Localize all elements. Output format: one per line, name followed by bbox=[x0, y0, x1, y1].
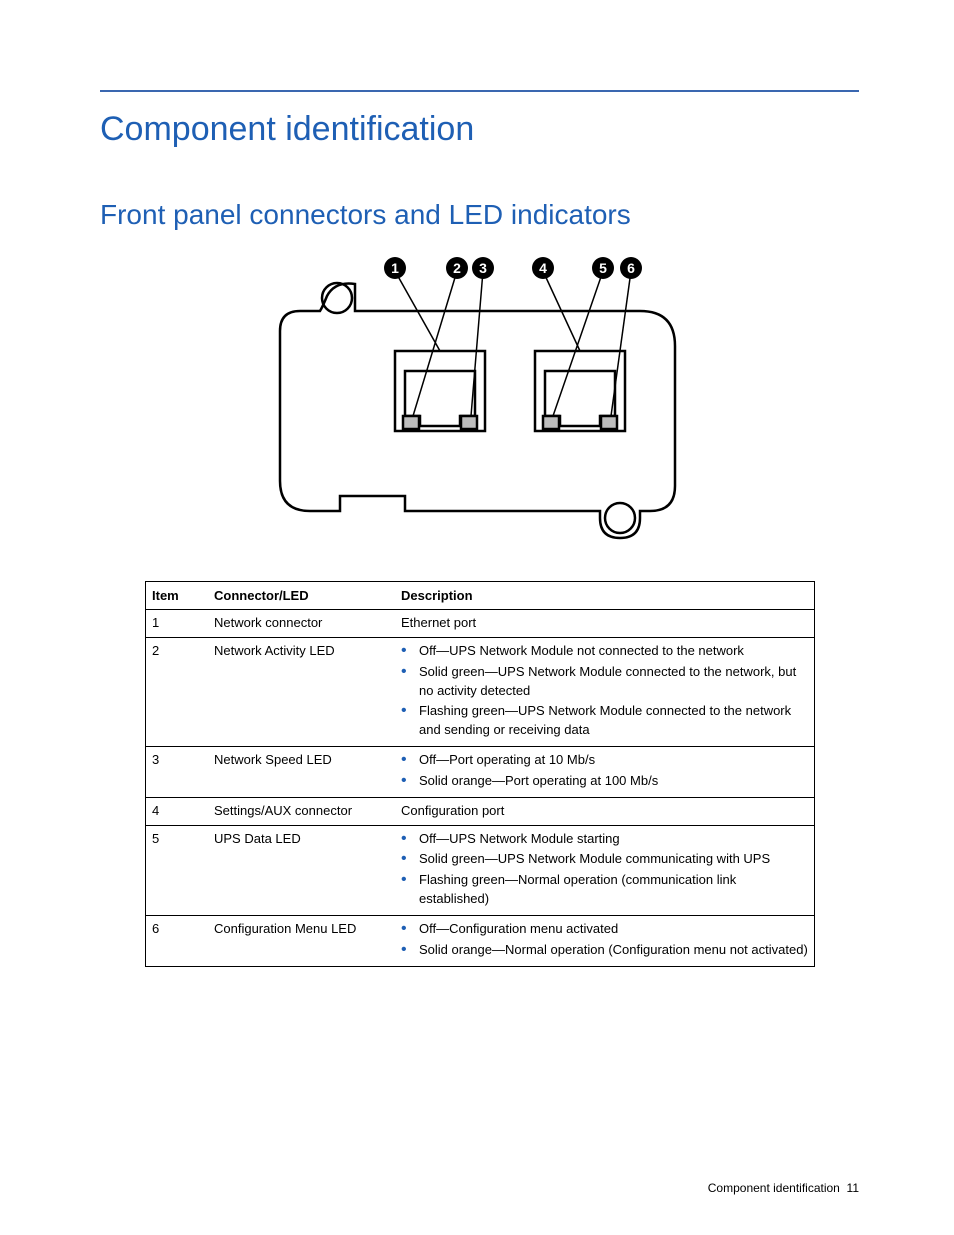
cell-description: Off—UPS Network Module startingSolid gre… bbox=[395, 825, 815, 915]
cell-description: Off—Configuration menu activated Solid or… bbox=[395, 915, 815, 966]
cell-item: 3 bbox=[146, 747, 209, 798]
cell-connector: Settings/AUX connector bbox=[208, 797, 395, 825]
cell-connector: Network connector bbox=[208, 610, 395, 638]
list-item: Off—UPS Network Module starting bbox=[419, 830, 808, 849]
callout-2: 2 bbox=[453, 260, 461, 276]
page-title: Component identification bbox=[100, 110, 859, 149]
list-item: Solid orange—Port operating at 100 Mb/s bbox=[419, 772, 808, 791]
callout-6: 6 bbox=[627, 260, 635, 276]
list-item: Solid orange—Normal operation (Configura… bbox=[419, 941, 808, 960]
table-header-row: Item Connector/LED Description bbox=[146, 582, 815, 610]
cell-item: 1 bbox=[146, 610, 209, 638]
footer-section: Component identification bbox=[708, 1181, 840, 1195]
cell-item: 6 bbox=[146, 915, 209, 966]
cell-item: 4 bbox=[146, 797, 209, 825]
col-item: Item bbox=[146, 582, 209, 610]
table-row: 3Network Speed LEDOff—Port operating at … bbox=[146, 747, 815, 798]
cell-connector: Network Speed LED bbox=[208, 747, 395, 798]
callout-1: 1 bbox=[391, 260, 399, 276]
cell-description: Off—Port operating at 10 Mb/s Solid orang… bbox=[395, 747, 815, 798]
table-row: 5UPS Data LEDOff—UPS Network Module star… bbox=[146, 825, 815, 915]
list-item: Solid green—UPS Network Module connected… bbox=[419, 663, 808, 701]
callout-5: 5 bbox=[599, 260, 607, 276]
cell-item: 5 bbox=[146, 825, 209, 915]
table-row: 1Network connectorEthernet port bbox=[146, 610, 815, 638]
front-panel-diagram: 1 2 3 4 5 6 bbox=[100, 256, 859, 551]
col-description: Description bbox=[395, 582, 815, 610]
page-footer: Component identification 11 bbox=[708, 1181, 859, 1195]
cell-connector: Configuration Menu LED bbox=[208, 915, 395, 966]
section-title: Front panel connectors and LED indicator… bbox=[100, 199, 859, 231]
footer-page-number: 11 bbox=[847, 1181, 859, 1195]
list-item: Solid green—UPS Network Module communica… bbox=[419, 850, 808, 869]
cell-description: Ethernet port bbox=[395, 610, 815, 638]
cell-description: Configuration port bbox=[395, 797, 815, 825]
list-item: Flashing green—UPS Network Module connec… bbox=[419, 702, 808, 740]
cell-connector: Network Activity LED bbox=[208, 637, 395, 746]
connector-led-table: Item Connector/LED Description 1Network … bbox=[145, 581, 815, 967]
list-item: Off—UPS Network Module not connected to … bbox=[419, 642, 808, 661]
list-item: Flashing green—Normal operation (communi… bbox=[419, 871, 808, 909]
table-row: 2Network Activity LED Off—UPS Network Mod… bbox=[146, 637, 815, 746]
col-connector: Connector/LED bbox=[208, 582, 395, 610]
cell-description: Off—UPS Network Module not connected to … bbox=[395, 637, 815, 746]
callout-4: 4 bbox=[539, 260, 547, 276]
table-row: 6Configuration Menu LEDOff—Configuration… bbox=[146, 915, 815, 966]
callout-3: 3 bbox=[479, 260, 487, 276]
list-item: Off—Configuration menu activated bbox=[419, 920, 808, 939]
table-row: 4Settings/AUX connectorConfiguration por… bbox=[146, 797, 815, 825]
list-item: Off—Port operating at 10 Mb/s bbox=[419, 751, 808, 770]
cell-connector: UPS Data LED bbox=[208, 825, 395, 915]
cell-item: 2 bbox=[146, 637, 209, 746]
